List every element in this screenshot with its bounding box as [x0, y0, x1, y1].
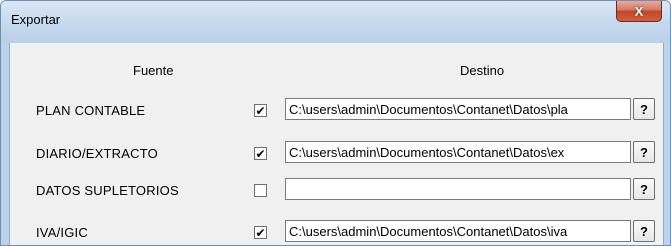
browse-button[interactable]: ?: [633, 98, 655, 120]
export-checkbox[interactable]: ✔: [254, 226, 267, 239]
browse-button[interactable]: ?: [633, 141, 655, 163]
destination-path-input[interactable]: [285, 178, 631, 200]
window-title: Exportar: [11, 12, 61, 27]
row-label: DATOS SUPLETORIOS: [36, 183, 179, 198]
export-row-iva-igic: IVA/IGIC ✔ C:\users\admin\Documentos\Con…: [10, 220, 663, 244]
export-row-plan-contable: PLAN CONTABLE ✔ C:\users\admin\Documento…: [10, 98, 663, 122]
browse-button[interactable]: ?: [633, 220, 655, 242]
destination-path-input[interactable]: C:\users\admin\Documentos\Contanet\Datos…: [285, 98, 631, 120]
title-bar[interactable]: Exportar X: [1, 1, 670, 43]
destination-path-input[interactable]: C:\users\admin\Documentos\Contanet\Datos…: [285, 220, 631, 242]
export-row-diario-extracto: DIARIO/EXTRACTO ✔ C:\users\admin\Documen…: [10, 141, 663, 165]
destination-path-input[interactable]: C:\users\admin\Documentos\Contanet\Datos…: [285, 141, 631, 163]
close-button[interactable]: X: [616, 1, 662, 22]
browse-button[interactable]: ?: [633, 178, 655, 200]
export-checkbox[interactable]: [254, 184, 267, 197]
close-icon: X: [634, 3, 644, 19]
export-checkbox[interactable]: ✔: [254, 104, 267, 117]
export-dialog: Exportar X Fuente Destino PLAN CONTABLE …: [0, 0, 671, 246]
column-header-source: Fuente: [133, 63, 174, 78]
column-header-destination: Destino: [460, 63, 505, 78]
checkmark-icon: ✔: [255, 225, 266, 240]
row-label: PLAN CONTABLE: [36, 103, 146, 118]
row-label: DIARIO/EXTRACTO: [36, 146, 158, 161]
checkmark-icon: ✔: [255, 146, 266, 161]
dialog-body: Fuente Destino PLAN CONTABLE ✔ C:\users\…: [9, 43, 664, 245]
export-checkbox[interactable]: ✔: [254, 147, 267, 160]
checkmark-icon: ✔: [255, 103, 266, 118]
export-row-datos-supletorios: DATOS SUPLETORIOS ?: [10, 178, 663, 202]
row-label: IVA/IGIC: [36, 225, 88, 240]
